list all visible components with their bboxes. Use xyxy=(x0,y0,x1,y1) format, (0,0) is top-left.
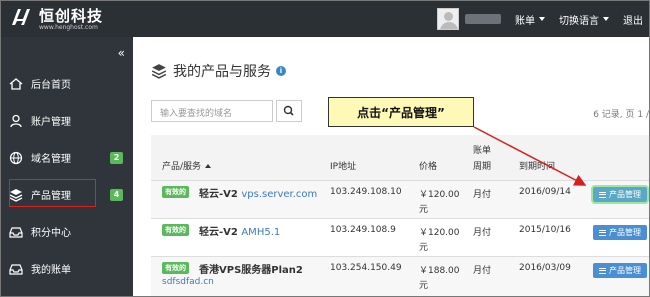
top-header: 恒创科技 www.henghost.com 账单 切换语言 退出 xyxy=(1,1,649,37)
manage-product-label: 产品管理 xyxy=(609,190,641,199)
sidebar-item-billing[interactable]: 我的账单 xyxy=(1,250,133,287)
sidebar-item-home[interactable]: 后台首页 xyxy=(1,65,133,102)
sidebar-item-label: 后台首页 xyxy=(31,80,71,91)
cycle-cell: 月付 xyxy=(473,190,492,200)
page-title: 我的产品与服务 i xyxy=(151,61,286,81)
brand-logo[interactable]: 恒创科技 www.henghost.com xyxy=(9,5,139,33)
products-highlight-box xyxy=(9,179,96,207)
inbox-icon xyxy=(9,226,23,238)
column-ip[interactable]: IP地址 xyxy=(330,159,356,172)
due-cell: 2016/03/09 xyxy=(519,263,571,273)
language-menu-label: 切换语言 xyxy=(559,15,599,27)
ip-cell: 103.249.108.10 xyxy=(330,187,402,197)
table-header: 产品/服务 IP地址 价格 账单 周期 到期时间 xyxy=(151,135,649,181)
logout-link[interactable]: 退出 xyxy=(623,12,643,27)
record-count: 6 记录, 页 1 / xyxy=(593,110,649,120)
due-cell: 2016/09/14 xyxy=(519,187,571,197)
sidebar-item-label: 域名管理 xyxy=(31,154,71,165)
search-icon xyxy=(283,105,294,116)
chevron-down-icon xyxy=(539,17,545,21)
sidebar-item-points[interactable]: 积分中心 xyxy=(1,213,133,250)
manage-product-button[interactable]: 产品管理 xyxy=(593,263,647,278)
column-product-label: 产品/服务 xyxy=(162,162,202,172)
sidebar-item-label: 我的账单 xyxy=(31,265,71,276)
home-icon xyxy=(9,77,23,90)
logo-icon xyxy=(12,9,30,25)
manage-product-button[interactable]: 产品管理 xyxy=(593,187,647,202)
sidebar-item-account[interactable]: 账户管理 xyxy=(1,102,133,139)
screenshot-frame: 恒创科技 www.henghost.com 账单 切换语言 退出 ι « 后台首… xyxy=(0,0,650,297)
table-row: 有效的 轻云-V2 AMH5.1 103.249.108.9 ￥120.00 元… xyxy=(151,219,649,257)
user-toolbar: 账单 切换语言 退出 xyxy=(437,1,643,37)
column-cycle-top[interactable]: 账单 xyxy=(473,143,491,156)
table-row: 有效的 香港VPS服务器Plan2 sdfsdfad.cn 103.254.15… xyxy=(151,257,649,296)
collapse-sidebar-icon[interactable]: « xyxy=(118,46,125,60)
manage-product-label: 产品管理 xyxy=(609,266,641,275)
chevron-down-icon xyxy=(603,17,609,21)
cycle-cell: 月付 xyxy=(473,266,492,276)
globe-icon xyxy=(9,151,23,164)
user-icon xyxy=(10,114,22,127)
price-cell: ￥120.00 xyxy=(419,190,460,200)
list-icon xyxy=(599,267,606,274)
info-icon[interactable]: i xyxy=(276,66,286,76)
brand-name: 恒创科技 xyxy=(39,7,104,25)
search-button[interactable] xyxy=(276,100,302,122)
sort-asc-icon xyxy=(205,164,212,168)
product-host: vps.server.com xyxy=(241,189,318,200)
product-name-text: 轻云-V2 xyxy=(199,189,238,200)
sidebar-item-label: 账户管理 xyxy=(31,117,71,128)
main-content: 我的产品与服务 i 输入要查找的域名 6 记录, 页 1 / 产品/服务 IP地… xyxy=(133,37,649,296)
account-menu[interactable]: 账单 xyxy=(515,12,545,27)
cycle-cell: 月付 xyxy=(473,228,492,238)
page-title-text: 我的产品与服务 xyxy=(173,64,271,80)
product-name-text: 轻云-V2 xyxy=(199,227,238,238)
sidebar-item-label: 积分中心 xyxy=(31,228,71,239)
avatar[interactable] xyxy=(437,8,459,30)
price-cell: ￥120.00 xyxy=(419,228,460,238)
sidebar-item-domains[interactable]: 域名管理 2 xyxy=(1,139,133,176)
account-menu-label: 账单 xyxy=(515,15,535,27)
product-host: AMH5.1 xyxy=(241,227,281,238)
logout-label: 退出 xyxy=(623,15,643,27)
price-unit: 元 xyxy=(419,205,429,215)
domains-count-badge: 2 xyxy=(110,151,123,164)
product-hostname[interactable]: sdfsdfad.cn xyxy=(162,277,214,287)
table-row: 有效的 轻云-V2 vps.server.com 103.249.108.10 … xyxy=(151,181,649,219)
list-icon xyxy=(599,191,606,198)
callout-annotation: 点击“产品管理” xyxy=(328,97,474,127)
due-cell: 2015/10/16 xyxy=(519,225,571,235)
inbox-icon xyxy=(9,263,23,275)
ip-cell: 103.254.150.49 xyxy=(330,263,402,273)
product-name[interactable]: 香港VPS服务器Plan2 xyxy=(199,261,303,276)
status-badge: 有效的 xyxy=(162,262,189,274)
column-due[interactable]: 到期时间 xyxy=(519,159,555,172)
product-name-text: 香港VPS服务器Plan2 xyxy=(199,265,303,276)
manage-product-button[interactable]: 产品管理 xyxy=(593,225,647,240)
sidebar: « 后台首页 账户管理 域名管理 2 产品管理 4 积分中心 我的账单 xyxy=(1,37,133,296)
products-count-badge: 4 xyxy=(110,188,123,201)
status-badge: 有效的 xyxy=(162,224,189,236)
column-product[interactable]: 产品/服务 xyxy=(162,159,212,172)
price-cell: ￥188.00 xyxy=(419,266,460,276)
brand-url: www.henghost.com xyxy=(39,24,98,31)
price-unit: 元 xyxy=(419,243,429,253)
product-name[interactable]: 轻云-V2 AMH5.1 xyxy=(199,223,280,238)
language-menu[interactable]: 切换语言 xyxy=(559,12,609,27)
layers-icon xyxy=(151,64,167,79)
product-name[interactable]: 轻云-V2 vps.server.com xyxy=(199,185,317,200)
list-icon xyxy=(599,229,606,236)
domain-search-input[interactable]: 输入要查找的域名 xyxy=(151,100,273,122)
username-redacted xyxy=(465,14,501,24)
column-price[interactable]: 价格 xyxy=(419,159,437,172)
column-cycle-bottom[interactable]: 周期 xyxy=(473,159,491,172)
manage-product-label: 产品管理 xyxy=(609,228,641,237)
ip-cell: 103.249.108.9 xyxy=(330,225,396,235)
status-badge: 有效的 xyxy=(162,186,189,198)
price-unit: 元 xyxy=(419,281,429,291)
